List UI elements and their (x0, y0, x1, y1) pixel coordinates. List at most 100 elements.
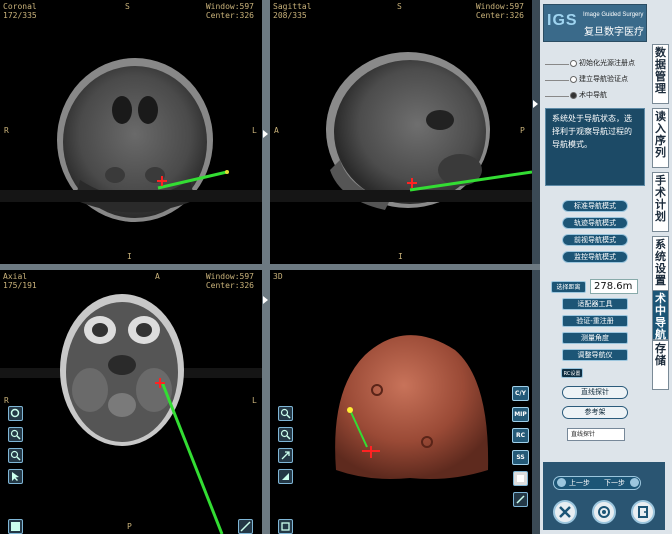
contrast-icon (11, 522, 20, 531)
step-connector (545, 80, 569, 81)
camera-icon (598, 506, 610, 518)
adapter-tool-button[interactable]: 适配器工具 (562, 298, 628, 310)
center-value: Center:326 (205, 281, 254, 290)
prev-arrow-icon (557, 478, 566, 487)
select-tool[interactable] (8, 469, 23, 484)
cy-button[interactable]: C/Y (512, 386, 529, 401)
prev-step-button[interactable]: 上一步 (569, 477, 590, 489)
orientation-left: R (4, 396, 9, 405)
step-dot-icon (570, 75, 577, 83)
step-verify[interactable]: 建立导航验证点 (570, 74, 628, 86)
center-value: Center:326 (475, 11, 524, 20)
axial-image (0, 294, 262, 534)
clip-icon (516, 495, 525, 504)
monitor-nav-mode-button[interactable]: 监控导航模式 (562, 251, 628, 263)
distance-label: 选择距离 (551, 281, 586, 293)
3d-color-tool[interactable] (513, 471, 528, 486)
3d-view-tool[interactable] (278, 519, 293, 534)
distance-value-field[interactable]: 278.6m (590, 279, 638, 294)
window-value: Window:597 (205, 272, 254, 281)
status-info-box: 系统处于导航状态，选择利于观察导航过程的导航模式。 (545, 108, 645, 186)
orientation-bottom: I (398, 252, 403, 261)
orientation-top: S (397, 2, 402, 11)
3d-pan-tool[interactable] (278, 448, 293, 463)
step-label: 初始化光源注册点 (579, 59, 635, 67)
window-level-tool[interactable] (8, 519, 23, 534)
sagittal-viewport[interactable]: Sagittal 208/335 Window:597 Center:326 S… (270, 0, 532, 264)
rc-settings-button[interactable]: RC设置 (561, 368, 583, 378)
window-value: Window:597 (475, 2, 524, 11)
next-arrow-icon (630, 478, 639, 487)
verify-reregister-button[interactable]: 验证-重注册 (562, 315, 628, 327)
step-label: 建立导航验证点 (579, 75, 628, 83)
straight-probe-button[interactable]: 直线探针 (562, 386, 628, 399)
door-exit-icon (638, 506, 648, 518)
step-connector (545, 64, 569, 65)
magnifier-icon (10, 429, 21, 440)
rc-button[interactable]: RC (512, 428, 529, 443)
probe-select[interactable]: 直线探针 (567, 428, 625, 441)
center-value: Center:326 (205, 11, 254, 20)
adjust-navigator-button[interactable]: 调整导航仪 (562, 349, 628, 361)
step-init[interactable]: 初始化光源注册点 (570, 58, 635, 70)
ss-button[interactable]: SS (512, 450, 529, 465)
3d-viewport[interactable]: 3D C/Y MIP RC SS (270, 270, 532, 534)
3d-zoom-tool[interactable] (278, 406, 293, 421)
3d-clip-tool[interactable] (513, 492, 528, 507)
square-icon (517, 475, 524, 482)
tab-storage[interactable]: 存储 (652, 340, 669, 390)
coronal-viewport[interactable]: Coronal 172/335 Window:597 Center:326 S … (0, 0, 262, 264)
camera-button[interactable] (592, 500, 616, 524)
orientation-top: A (155, 272, 160, 281)
expand-arrow-icon[interactable] (263, 296, 268, 304)
standard-nav-mode-button[interactable]: 标准导航模式 (562, 200, 628, 212)
window-value: Window:597 (205, 2, 254, 11)
wrench-cross-icon (559, 506, 571, 518)
tools-button[interactable] (553, 500, 577, 524)
viewport-name: 3D (273, 272, 283, 281)
zoom-out-tool[interactable] (8, 448, 23, 463)
3d-rotate-tool[interactable] (278, 469, 293, 484)
tab-data-management[interactable]: 数据管理 (652, 44, 669, 104)
zoom-in-tool[interactable] (8, 406, 23, 421)
ruler-line-icon (240, 521, 251, 532)
zoom-tool[interactable] (8, 427, 23, 442)
tab-surgery-plan[interactable]: 手术计划 (652, 172, 669, 232)
step-navigate[interactable]: 术中导航 (570, 90, 607, 102)
step-label: 术中导航 (579, 91, 607, 99)
horizontal-splitter[interactable] (0, 264, 540, 270)
tab-intraop-navigation[interactable]: 术中导航 (652, 290, 669, 341)
cube-icon (281, 522, 290, 531)
mip-button[interactable]: MIP (512, 407, 529, 422)
measure-angle-button[interactable]: 测量角度 (562, 332, 628, 344)
reference-frame-button[interactable]: 参考架 (562, 406, 628, 419)
orientation-top: S (125, 2, 130, 11)
slice-counter: 175/191 (3, 281, 37, 290)
step-connector (545, 96, 569, 97)
measure-tool[interactable] (238, 519, 253, 534)
logo-igs-text: IGS (547, 12, 578, 29)
cursor-arrow-icon (12, 472, 19, 481)
3d-head-render (335, 335, 489, 479)
expand-arrow-icon[interactable] (263, 130, 268, 138)
pan-icon (281, 451, 290, 460)
orientation-right: L (252, 396, 257, 405)
exit-button[interactable] (631, 500, 655, 524)
orientation-left: A (274, 126, 279, 135)
logo-subtitle: Image Guided Surgery (583, 12, 644, 18)
expand-arrow-icon[interactable] (533, 100, 538, 108)
3d-zoom-out-tool[interactable] (278, 427, 293, 442)
trajectory-nav-mode-button[interactable]: 轨迹导航模式 (562, 217, 628, 229)
slice-counter: 172/335 (3, 11, 37, 20)
logo-chinese: 复旦数字医疗 (584, 27, 644, 38)
forward-nav-mode-button[interactable]: 前视导航模式 (562, 234, 628, 246)
tab-system-settings[interactable]: 系统设置 (652, 236, 669, 296)
magnifier-minus-icon (10, 450, 21, 461)
tab-load-series[interactable]: 读入序列 (652, 108, 669, 168)
orientation-bottom: I (127, 252, 132, 261)
viewport-name: Axial (3, 272, 28, 281)
step-navigation: 上一步 下一步 (553, 476, 641, 490)
sagittal-image (270, 52, 532, 210)
next-step-button[interactable]: 下一步 (604, 477, 625, 489)
axial-viewport[interactable]: Axial 175/191 Window:597 Center:326 A P … (0, 270, 262, 534)
